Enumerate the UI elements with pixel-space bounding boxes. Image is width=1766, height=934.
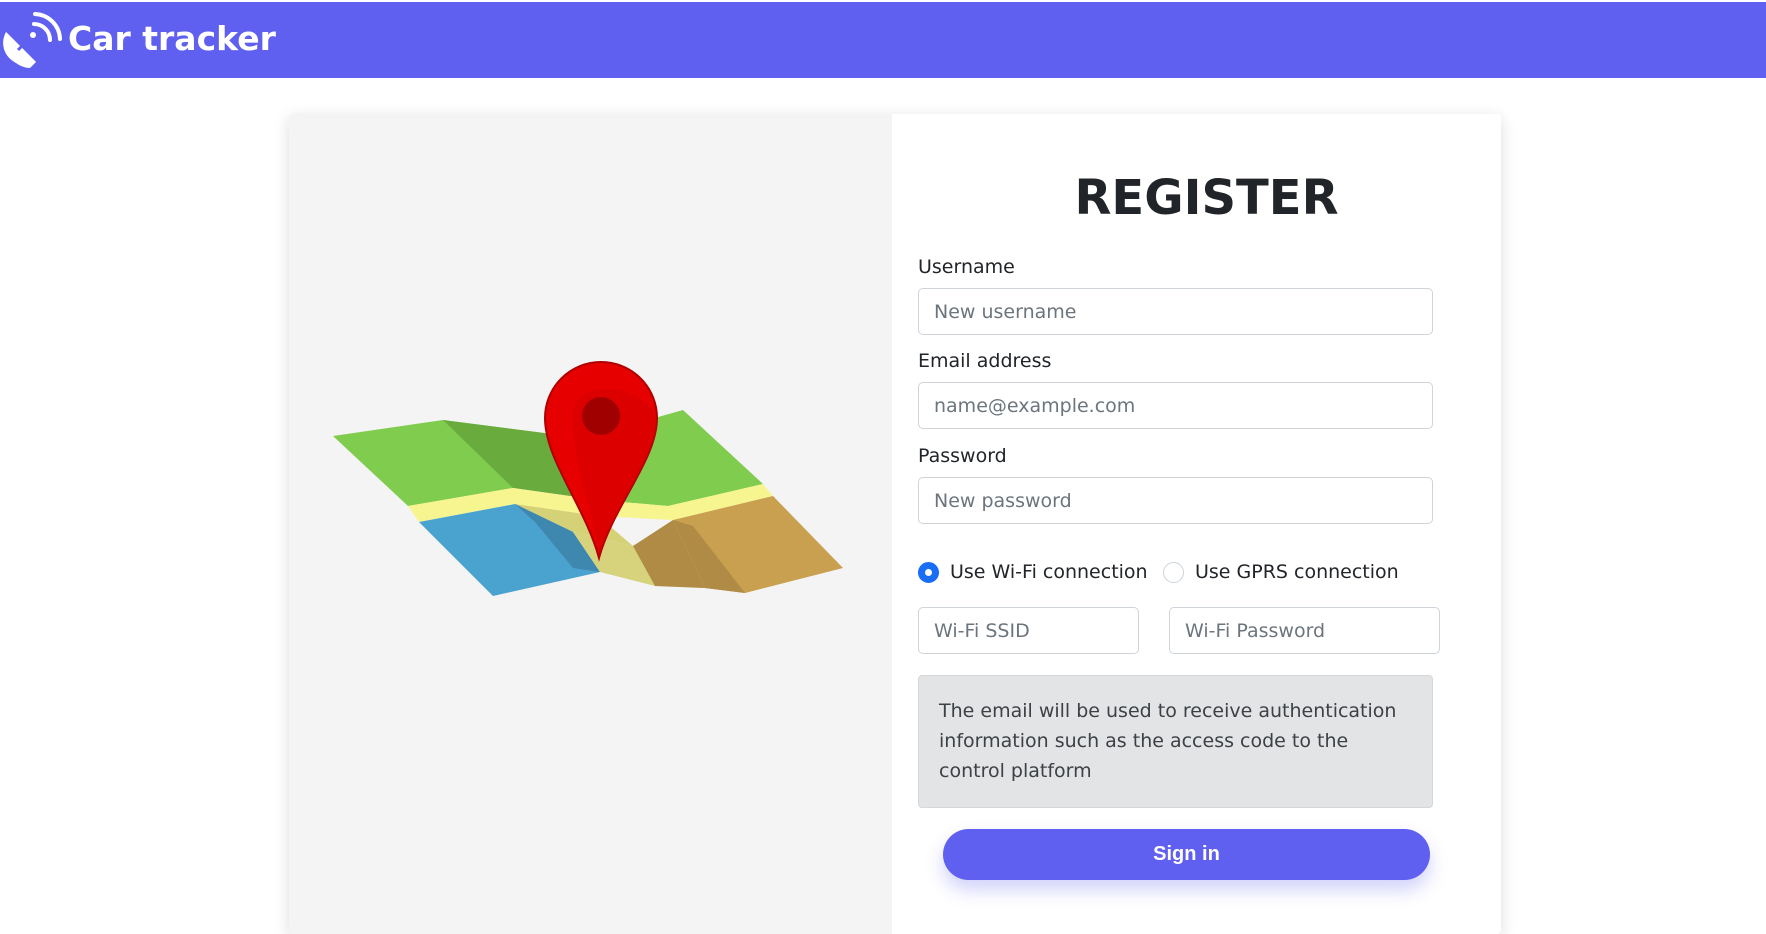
wifi-radio-option[interactable]: Use Wi-Fi connection bbox=[918, 559, 1148, 585]
register-form: REGISTER Username Email address Password… bbox=[892, 114, 1501, 934]
wifi-radio[interactable] bbox=[918, 561, 939, 583]
map-pin-icon bbox=[333, 361, 843, 596]
wifi-radio-label[interactable]: Use Wi-Fi connection bbox=[950, 559, 1148, 585]
email-label: Email address bbox=[918, 350, 1052, 372]
form-title: REGISTER bbox=[1074, 170, 1339, 226]
satellite-dish-icon[interactable] bbox=[0, 10, 64, 74]
sign-in-button[interactable]: Sign in bbox=[943, 829, 1430, 880]
username-input[interactable] bbox=[918, 288, 1433, 335]
gprs-radio-label[interactable]: Use GPRS connection bbox=[1195, 559, 1399, 585]
email-input[interactable] bbox=[918, 382, 1433, 429]
gprs-radio-option[interactable]: Use GPRS connection bbox=[1163, 559, 1399, 585]
wifi-password-input[interactable] bbox=[1169, 607, 1440, 654]
username-label: Username bbox=[918, 256, 1015, 278]
register-card: REGISTER Username Email address Password… bbox=[289, 114, 1501, 934]
navbar: Car tracker bbox=[0, 2, 1766, 78]
illustration-panel bbox=[289, 114, 892, 934]
info-alert: The email will be used to receive authen… bbox=[918, 675, 1433, 808]
password-input[interactable] bbox=[918, 477, 1433, 524]
wifi-ssid-input[interactable] bbox=[918, 607, 1139, 654]
brand-title[interactable]: Car tracker bbox=[68, 19, 276, 59]
gprs-radio[interactable] bbox=[1163, 561, 1184, 583]
password-label: Password bbox=[918, 445, 1007, 467]
